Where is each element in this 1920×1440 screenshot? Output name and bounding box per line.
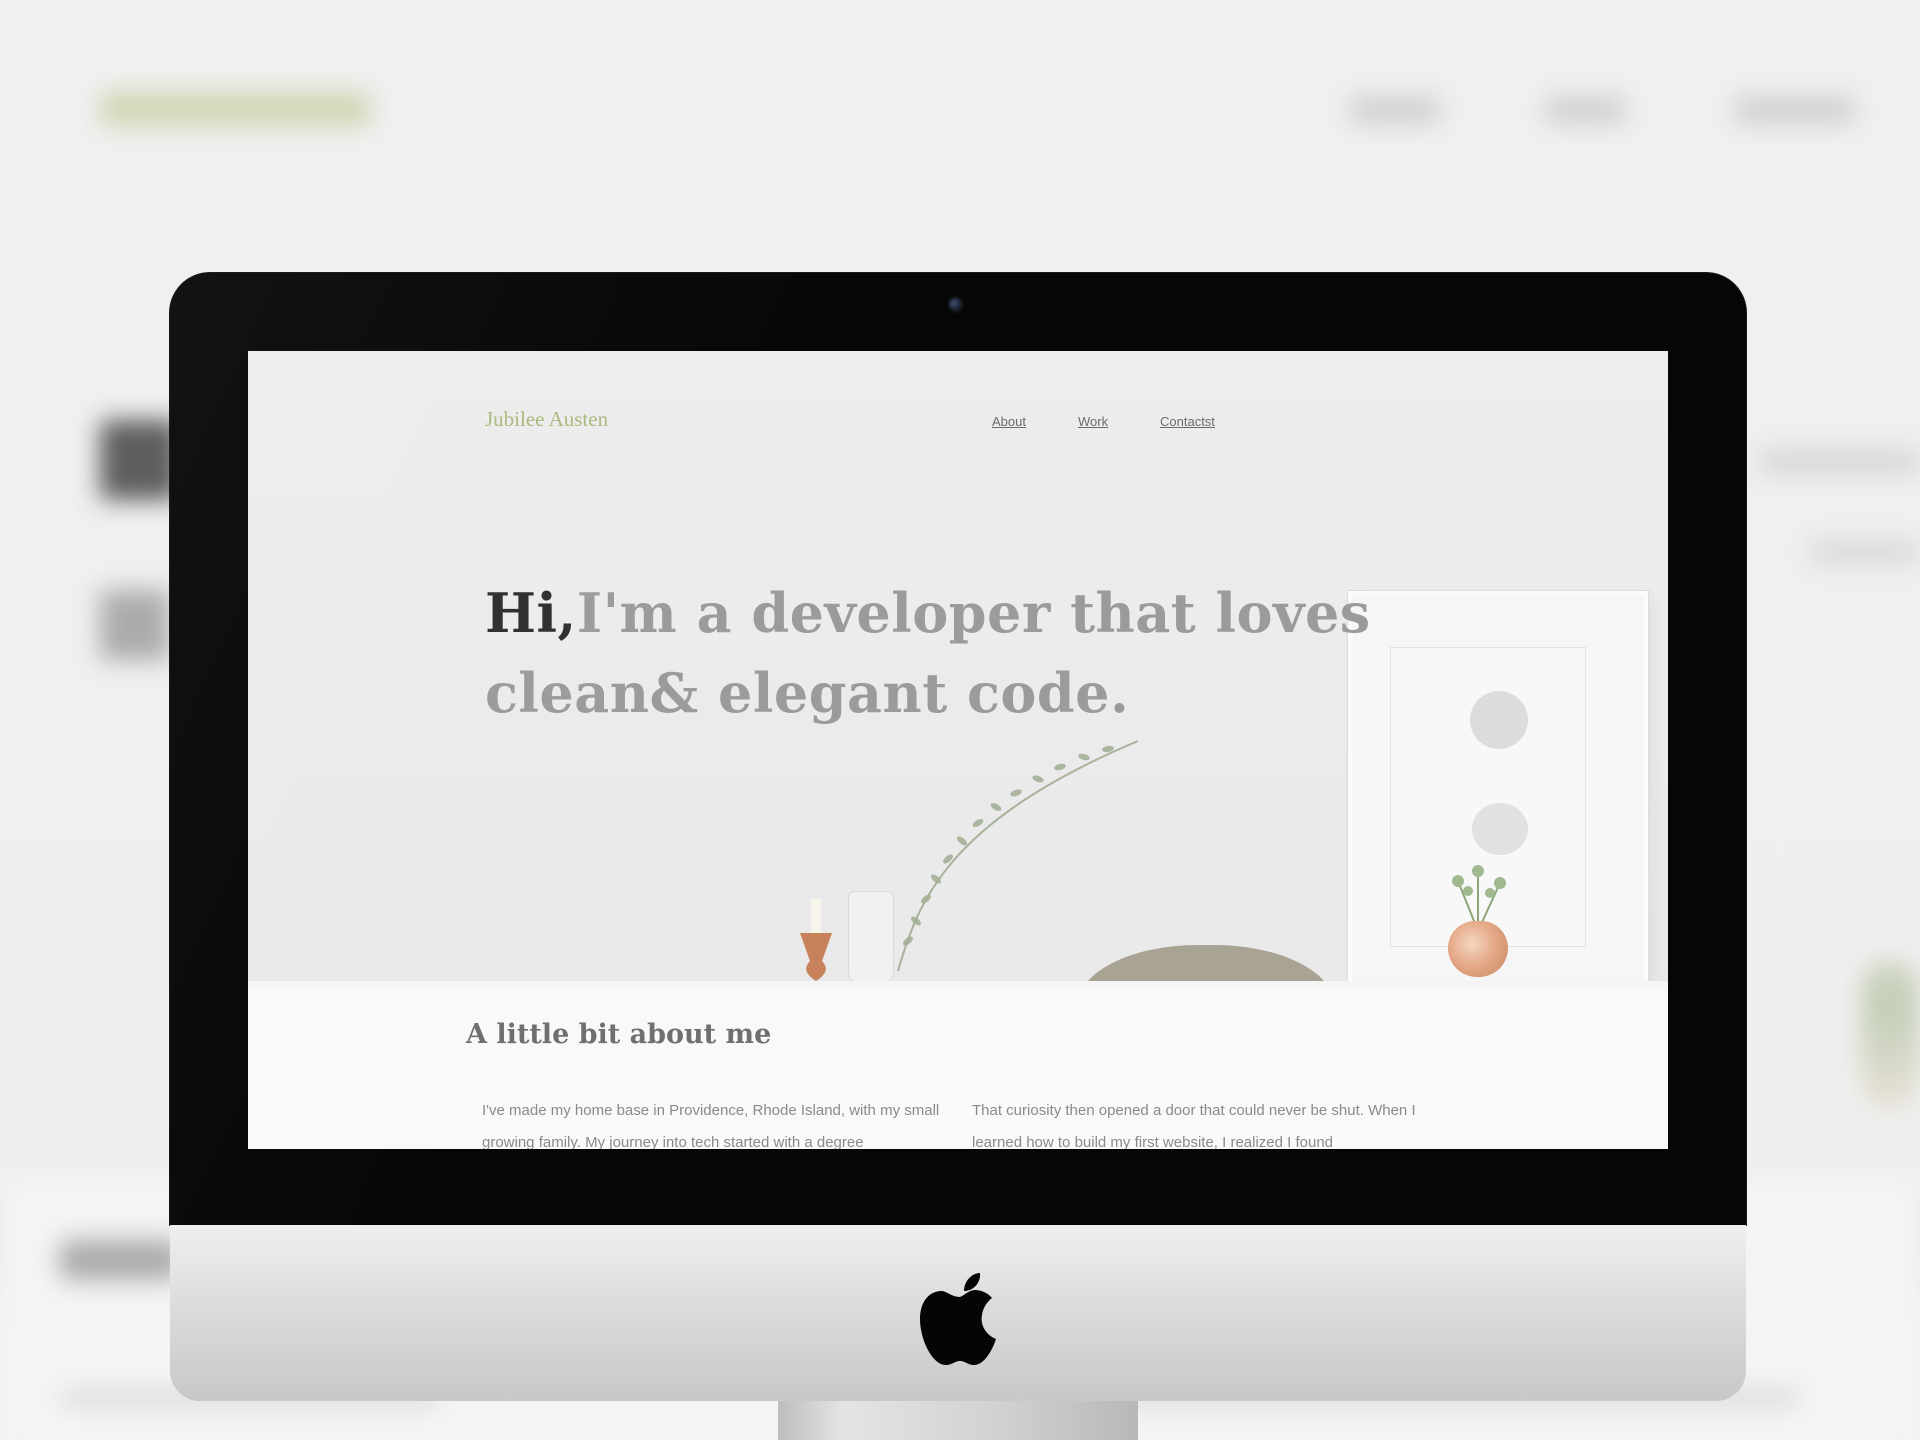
background-hero-blur	[100, 590, 170, 660]
background-about-title-blur	[60, 1240, 180, 1280]
hero-headline: Hi,I'm a developer that loves clean& ele…	[485, 573, 1385, 733]
about-text-column-1: I've made my home base in Providence, Rh…	[482, 1102, 940, 1149]
hero-greeting: Hi,	[485, 581, 577, 645]
table-top	[248, 981, 1668, 993]
nav-link-work[interactable]: Work	[1078, 413, 1108, 431]
site-logo[interactable]: Jubilee Austen	[485, 407, 608, 432]
background-nav-blur	[1350, 96, 1440, 124]
about-section: A little bit about me I've made my home …	[248, 993, 1668, 1149]
imac-device: Jubilee Austen About Work Contactst Hi,I…	[170, 273, 1746, 1440]
monitor-bezel: Jubilee Austen About Work Contactst Hi,I…	[170, 273, 1746, 1225]
copper-pot	[1448, 921, 1508, 977]
nav-link-about-label[interactable]: About	[992, 414, 1026, 429]
monitor-screen: Jubilee Austen About Work Contactst Hi,I…	[248, 351, 1668, 1149]
hero-headline-text: I'm a developer that loves clean& elegan…	[485, 581, 1371, 725]
background-text-blur	[1760, 450, 1920, 474]
hero-section: Jubilee Austen About Work Contactst Hi,I…	[248, 351, 1668, 993]
nav-link-work-label[interactable]: Work	[1078, 414, 1108, 429]
glass-vase	[848, 891, 894, 983]
camera-icon	[949, 298, 962, 311]
background-nav-blur	[1735, 96, 1855, 124]
background-hero-blur	[100, 420, 180, 500]
background-plant-blur	[1860, 960, 1920, 1110]
nav-link-contact[interactable]: Contactst	[1160, 413, 1215, 431]
apple-logo-icon	[920, 1273, 996, 1365]
nav-link-about[interactable]: About	[992, 413, 1026, 431]
frame-artwork-circle	[1472, 803, 1528, 855]
monitor-stand	[778, 1401, 1138, 1440]
about-text-column-2: That curiosity then opened a door that c…	[972, 1102, 1416, 1149]
about-title: A little bit about me	[466, 1019, 772, 1050]
candle-holder	[800, 899, 832, 981]
background-text-blur	[1810, 540, 1920, 564]
nav-link-contact-label[interactable]: Contactst	[1160, 414, 1215, 429]
frame-artwork-circle	[1470, 691, 1528, 749]
background-logo-blur	[100, 92, 370, 126]
background-nav-blur	[1545, 96, 1625, 124]
